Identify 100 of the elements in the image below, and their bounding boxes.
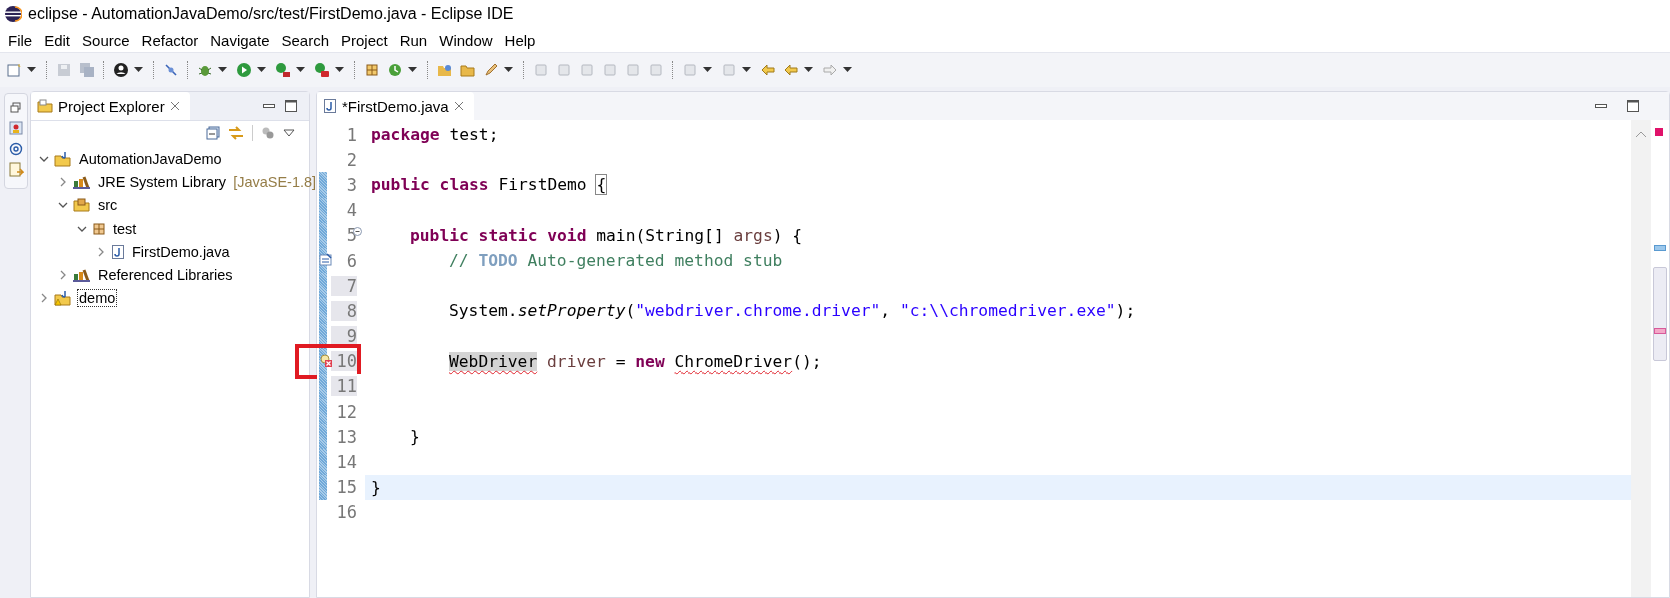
code-token: public class	[371, 175, 489, 195]
line-number: 14	[335, 452, 357, 473]
tree-item[interactable]: test	[111, 219, 139, 238]
menu-item[interactable]: Search	[275, 31, 335, 49]
line-number: 2	[345, 149, 357, 170]
disabled-tool-icon	[648, 62, 664, 78]
open-folder-icon[interactable]	[437, 62, 453, 78]
disabled-tool-icon	[721, 62, 737, 78]
view-menu-icon[interactable]	[283, 129, 295, 137]
back-arrow-icon[interactable]	[783, 62, 799, 78]
menu-item[interactable]: Project	[335, 31, 394, 49]
dropdown-caret-icon[interactable]	[296, 67, 305, 73]
code-token: }	[410, 427, 420, 447]
tree-item[interactable]: FirstDemo.java	[130, 242, 232, 261]
line-number: 16	[335, 502, 357, 523]
disabled-tool-icon	[625, 62, 641, 78]
outline-view-icon[interactable]	[8, 120, 24, 136]
code-token: driver	[546, 351, 606, 371]
minimize-icon[interactable]	[1595, 104, 1607, 108]
project-folder-icon	[54, 290, 72, 307]
dropdown-caret-icon[interactable]	[703, 67, 712, 73]
dropdown-caret-icon[interactable]	[742, 67, 751, 73]
dropdown-caret-icon[interactable]	[218, 67, 227, 73]
menu-item[interactable]: Source	[76, 31, 136, 49]
dropdown-caret-icon[interactable]	[257, 67, 266, 73]
declaration-view-icon[interactable]	[8, 162, 24, 178]
folder-icon[interactable]	[460, 62, 476, 78]
line-number: 9	[331, 326, 357, 347]
books-icon	[73, 268, 91, 283]
books-icon	[73, 174, 91, 189]
eclipse-logo-icon	[4, 5, 22, 23]
scroll-up-icon[interactable]	[1635, 130, 1647, 138]
disabled-tool-icon	[533, 62, 549, 78]
minimize-icon[interactable]	[263, 104, 275, 108]
pen-icon[interactable]	[483, 62, 499, 78]
code-token: =	[614, 351, 627, 371]
disabled-tool-icon	[682, 62, 698, 78]
menu-item[interactable]: Run	[393, 31, 434, 49]
code-token: public static void	[410, 225, 587, 245]
menu-item[interactable]: Edit	[38, 31, 77, 49]
package-folder-icon	[73, 198, 91, 213]
java-file-icon	[323, 98, 337, 114]
error-lightbulb-icon[interactable]	[319, 353, 333, 368]
save-icon	[56, 62, 72, 78]
editor-tab[interactable]: *FirstDemo.java	[317, 92, 474, 120]
disabled-tool-icon	[579, 62, 595, 78]
line-number: 15	[335, 477, 357, 498]
restore-icon[interactable]	[10, 102, 22, 114]
menu-item[interactable]: Help	[498, 31, 542, 49]
tree-item[interactable]: JRE System Library	[96, 172, 229, 191]
code-token: TODO	[478, 251, 518, 271]
menu-item[interactable]: Window	[433, 31, 499, 49]
tree-item[interactable]: demo	[77, 289, 118, 308]
dropdown-caret-icon[interactable]	[134, 67, 143, 73]
dropdown-caret-icon[interactable]	[27, 67, 36, 73]
dropdown-caret-icon[interactable]	[804, 67, 813, 73]
maximize-icon[interactable]	[285, 100, 297, 112]
dropdown-caret-icon[interactable]	[335, 67, 344, 73]
collapse-all-icon[interactable]	[206, 126, 220, 140]
dropdown-caret-icon[interactable]	[504, 67, 513, 73]
code-token: //	[449, 251, 470, 271]
error-marker-icon[interactable]	[1655, 128, 1663, 136]
line-number: 3	[345, 174, 357, 195]
code-token: WebDriver	[449, 351, 538, 371]
close-icon[interactable]	[169, 101, 180, 111]
project-folder-icon	[54, 150, 72, 167]
dropdown-caret-icon[interactable]	[843, 67, 852, 73]
code-token: setProperty	[517, 301, 626, 321]
tree-item-decoration: [JavaSE-1.8]	[233, 173, 317, 190]
line-number: 6	[345, 250, 357, 271]
code-token: ();	[792, 351, 822, 371]
code-token: {	[596, 175, 607, 195]
tree-item[interactable]: AutomationJavaDemo	[77, 149, 224, 168]
save-all-icon	[79, 62, 95, 78]
tree-item[interactable]: Referenced Libraries	[96, 266, 235, 285]
maximize-icon[interactable]	[1627, 100, 1639, 112]
line-number: 7	[331, 275, 357, 296]
menu-item[interactable]: Navigate	[204, 31, 276, 49]
code-token: package	[371, 125, 440, 145]
code-token: }	[371, 477, 381, 497]
tree-item[interactable]: src	[96, 196, 120, 215]
close-icon[interactable]	[453, 101, 464, 111]
error-line-marker-icon[interactable]	[1654, 328, 1666, 334]
forward-arrow-icon	[822, 62, 838, 78]
package-icon	[92, 221, 106, 236]
task-marker-icon[interactable]	[1654, 245, 1666, 251]
menu-item[interactable]: File	[2, 31, 39, 49]
code-token: main(String[]	[595, 225, 725, 245]
dropdown-caret-icon[interactable]	[408, 67, 417, 73]
code-token: test;	[448, 125, 499, 145]
menu-item[interactable]: Refactor	[135, 31, 205, 49]
line-number: 1	[345, 124, 357, 145]
code-token: Auto-generated method stub	[526, 251, 783, 271]
project-explorer-tab[interactable]: Project Explorer	[31, 92, 190, 120]
code-token: new	[635, 351, 666, 371]
folder-icon	[37, 99, 53, 113]
person-icon[interactable]	[113, 62, 129, 78]
link-with-editor-icon[interactable]	[228, 126, 244, 140]
run-icon[interactable]	[236, 62, 252, 78]
window-title: eclipse - AutomationJavaDemo/src/test/FirstDemo.java - Eclipse IDE	[28, 5, 514, 23]
